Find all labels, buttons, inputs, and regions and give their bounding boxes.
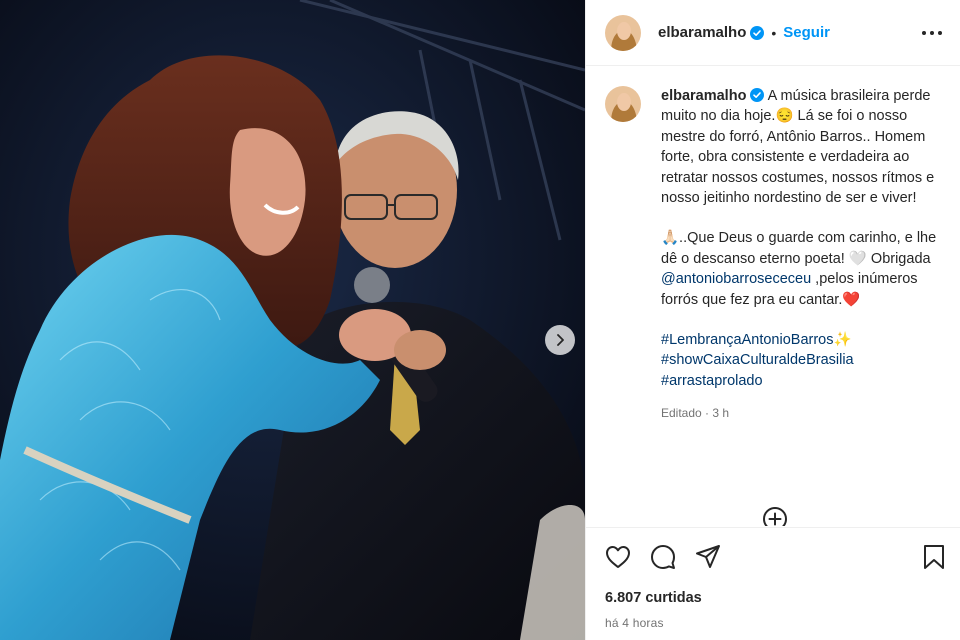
action-icons [603, 542, 949, 572]
comment-button[interactable] [648, 542, 678, 572]
hashtag-link[interactable]: #showCaixaCulturaldeBrasilia [661, 352, 854, 368]
post-side-panel: elbaramalho • Seguir elbaramalho A músic… [585, 0, 960, 640]
avatar-image [605, 86, 641, 122]
hashtag-link[interactable]: #arrastaprolado [661, 373, 763, 389]
post-time[interactable]: há 4 horas [605, 616, 664, 630]
header-separator: • [771, 24, 777, 41]
load-more-comments-button[interactable] [762, 506, 788, 526]
next-photo-button[interactable] [545, 325, 575, 355]
like-button[interactable] [603, 542, 633, 572]
comment-icon [651, 545, 675, 569]
caption-paragraph-2: 🙏🏻..Que Deus o guarde com carinho, e lhe… [661, 228, 941, 310]
plus-circle-icon [763, 507, 787, 526]
heart-icon [606, 546, 630, 568]
likes-count[interactable]: 6.807 curtidas [605, 590, 702, 606]
more-options-button[interactable] [920, 21, 944, 45]
caption-username[interactable]: elbaramalho [661, 88, 746, 104]
concert-photo [0, 0, 585, 640]
share-button[interactable] [693, 542, 723, 572]
post-photo[interactable] [0, 0, 585, 640]
instagram-post: elbaramalho • Seguir elbaramalho A músic… [0, 0, 960, 640]
caption-avatar[interactable] [605, 86, 641, 122]
caption-text: elbaramalho A música brasileira perde mu… [661, 86, 941, 424]
mention-link[interactable]: @antoniobarrosececeu [661, 271, 811, 287]
action-bar: 6.807 curtidas há 4 horas [586, 527, 960, 640]
hashtag-list: #LembrançaAntonioBarros✨ #showCaixaCultu… [661, 330, 941, 391]
comments-section[interactable]: elbaramalho A música brasileira perde mu… [586, 66, 960, 526]
header-username[interactable]: elbaramalho [658, 24, 746, 41]
avatar[interactable] [605, 14, 641, 51]
post-header: elbaramalho • Seguir [586, 0, 960, 66]
more-options-icon [922, 30, 942, 35]
hashtag-link[interactable]: #LembrançaAntonioBarros✨ [661, 332, 852, 348]
save-button[interactable] [919, 542, 949, 572]
share-icon [696, 545, 720, 568]
caption-paragraph-2-start: 🙏🏻..Que Deus o guarde com carinho, e lhe… [661, 230, 937, 267]
chevron-right-icon [557, 334, 564, 346]
caption-paragraph-1: elbaramalho A música brasileira perde mu… [661, 86, 941, 208]
verified-badge-icon [750, 88, 765, 102]
caption: elbaramalho A música brasileira perde mu… [586, 66, 960, 424]
bookmark-icon [924, 545, 944, 569]
avatar-image [605, 14, 641, 51]
edited-timestamp: Editado · 3 h [661, 406, 730, 421]
follow-button[interactable]: Seguir [783, 24, 830, 41]
caption-paragraph-1-text: A música brasileira perde muito no dia h… [661, 88, 935, 207]
verified-badge-icon [750, 25, 765, 40]
